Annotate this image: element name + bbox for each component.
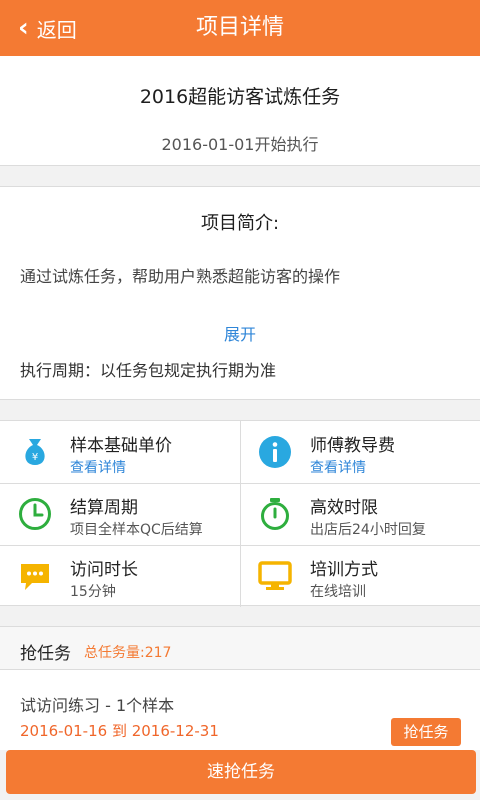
- training-method-cell: 培训方式 在线培训: [240, 545, 480, 607]
- task-date-range: 2016-01-16 到 2016-12-31: [20, 722, 219, 740]
- cell-subtitle: 15分钟: [70, 584, 116, 600]
- info-grid: ¥ 样本基础单价 查看详情 师傅教导费 查看详情 结算周期 项目全样本QC后结算…: [0, 420, 480, 607]
- grab-task-button[interactable]: 抢任务: [391, 718, 461, 746]
- intro-description: 通过试炼任务，帮助用户熟悉超能访客的操作: [20, 267, 341, 286]
- cell-subtitle: 在线培训: [310, 584, 366, 600]
- project-header: 2016超能访客试炼任务 2016-01-01开始执行: [0, 56, 480, 166]
- info-circle-icon: [259, 436, 291, 468]
- cell-title: 师傅教导费: [310, 436, 395, 456]
- clock-icon: [19, 498, 51, 530]
- project-intro: 项目简介: 通过试炼任务，帮助用户熟悉超能访客的操作 展开 执行周期：以任务包规…: [0, 186, 480, 400]
- money-bag-icon: ¥: [25, 439, 45, 465]
- chat-bubble-icon: [21, 564, 49, 590]
- top-bar: ‹ 返回 项目详情: [0, 0, 480, 56]
- project-name: 2016超能访客试炼任务: [139, 86, 341, 108]
- mentor-fee-cell: 师傅教导费 查看详情: [240, 421, 480, 483]
- cell-title: 高效时限: [310, 498, 378, 518]
- stopwatch-icon: [261, 498, 289, 530]
- expand-link[interactable]: 展开: [0, 321, 480, 345]
- visit-duration-cell: 访问时长 15分钟: [0, 545, 240, 607]
- time-limit-cell: 高效时限 出店后24小时回复: [240, 483, 480, 545]
- view-details-link[interactable]: 查看详情: [310, 457, 366, 477]
- quick-grab-button[interactable]: 速抢任务: [6, 750, 476, 794]
- grab-task-label: 抢任务: [20, 644, 71, 664]
- project-start-date: 2016-01-01开始执行: [161, 135, 319, 154]
- cell-title: 访问时长: [70, 560, 138, 580]
- task-item: 试访问练习 - 1个样本 2016-01-16 到 2016-12-31 抢任务: [0, 670, 480, 750]
- cell-subtitle: 项目全样本QC后结算: [70, 522, 203, 538]
- monitor-icon: [258, 561, 292, 590]
- task-name: 试访问练习 - 1个样本: [20, 696, 175, 715]
- grab-task-header: 抢任务 总任务量:217: [0, 626, 480, 670]
- page-title: 项目详情: [195, 15, 284, 40]
- cell-title: 样本基础单价: [70, 436, 172, 456]
- intro-heading: 项目简介:: [200, 213, 280, 234]
- cell-subtitle: 出店后24小时回复: [310, 522, 426, 538]
- sample-price-cell: ¥ 样本基础单价 查看详情: [0, 421, 240, 483]
- view-details-link[interactable]: 查看详情: [70, 457, 126, 477]
- cell-title: 结算周期: [70, 498, 138, 518]
- total-task-count: 总任务量:217: [84, 645, 172, 661]
- settlement-cell: 结算周期 项目全样本QC后结算: [0, 483, 240, 545]
- svg-text:¥: ¥: [32, 452, 38, 463]
- cell-title: 培训方式: [310, 560, 378, 580]
- execution-period: 执行周期：以任务包规定执行期为准: [20, 361, 277, 380]
